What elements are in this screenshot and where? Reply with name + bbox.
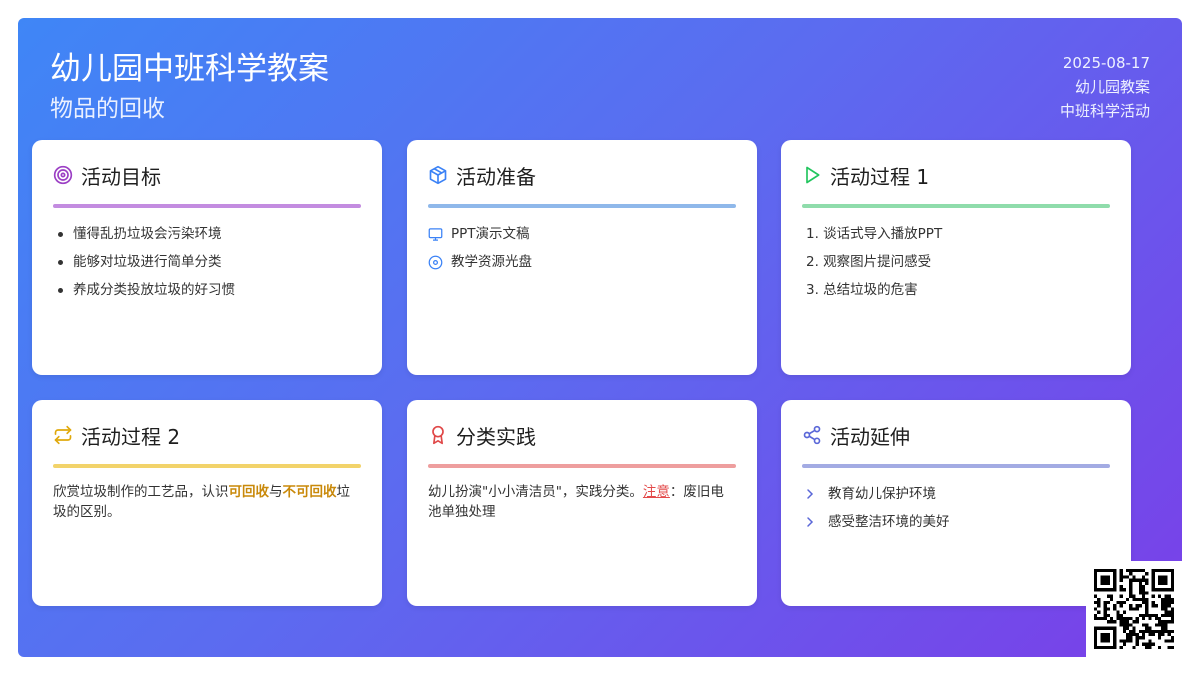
page-subtitle: 物品的回收 — [50, 96, 165, 122]
accent-bar — [53, 204, 361, 208]
card-title: 活动目标 — [81, 164, 161, 189]
list-item: 3. 总结垃圾的危害 — [806, 282, 918, 298]
highlight-recyclable: 可回收 — [228, 484, 270, 500]
prep-list: PPT演示文稿 教学资源光盘 — [428, 220, 736, 276]
card-activity-prep: 活动准备 PPT演示文稿 教学资源光盘 — [407, 140, 757, 375]
date-label: 2025-08-17 — [1062, 54, 1150, 72]
list-item: 懂得乱扔垃圾会污染环境 — [53, 220, 361, 248]
accent-bar — [802, 464, 1110, 468]
monitor-icon — [428, 227, 443, 241]
list-item: PPT演示文稿 — [428, 220, 736, 248]
card-header: 活动准备 — [428, 162, 536, 189]
card-title: 活动准备 — [456, 164, 536, 189]
award-icon — [432, 425, 444, 445]
list-item: 教育幼儿保护环境 — [802, 480, 1110, 508]
note-link[interactable]: 注意 — [643, 484, 670, 500]
accent-bar — [53, 464, 361, 468]
card-title: 活动过程 1 — [830, 164, 930, 189]
practice-text: 幼儿扮演"小小清洁员"，实践分类。注意：废旧电池单独处理 — [428, 480, 736, 522]
process-steps-list: 1. 谈话式导入播放PPT 2. 观察图片提问感受 3. 总结垃圾的危害 — [802, 220, 1110, 304]
list-item: 1. 谈话式导入播放PPT — [806, 226, 943, 242]
card-title: 活动过程 2 — [81, 424, 181, 449]
card-activity-process-1: 活动过程 1 1. 谈话式导入播放PPT 2. 观察图片提问感受 3. 总结垃圾… — [781, 140, 1131, 375]
accent-bar — [428, 204, 736, 208]
card-header: 活动过程 2 — [53, 422, 181, 449]
card-activity-extension: 活动延伸 教育幼儿保护环境 感受整洁环境的美好 — [781, 400, 1131, 606]
process-2-text: 欣赏垃圾制作的工艺品，认识可回收与不可回收垃圾的区别。 — [53, 480, 361, 522]
list-item: 2. 观察图片提问感受 — [806, 254, 932, 270]
chevron-right-icon — [807, 517, 814, 527]
card-title: 活动延伸 — [830, 424, 910, 449]
list-item: 能够对垃圾进行简单分类 — [53, 248, 361, 276]
text-segment: 幼儿扮演"小小清洁员"，实践分类。 — [428, 484, 643, 500]
extension-list: 教育幼儿保护环境 感受整洁环境的美好 — [802, 480, 1110, 536]
accent-bar — [428, 464, 736, 468]
card-header: 活动目标 — [53, 162, 161, 189]
card-header: 活动过程 1 — [802, 162, 930, 189]
card-activity-goals: 活动目标 懂得乱扔垃圾会污染环境 能够对垃圾进行简单分类 养成分类投放垃圾的好习… — [32, 140, 382, 375]
disc-icon — [428, 255, 443, 269]
page-title: 幼儿园中班科学教案 — [50, 51, 329, 87]
list-item: 教学资源光盘 — [428, 248, 736, 276]
target-icon — [53, 165, 73, 185]
goals-list: 懂得乱扔垃圾会污染环境 能够对垃圾进行简单分类 养成分类投放垃圾的好习惯 — [53, 220, 361, 304]
text-segment: 与 — [269, 484, 283, 500]
chevron-right-icon — [807, 489, 814, 499]
qr-code[interactable] — [1086, 561, 1182, 657]
highlight-non-recyclable: 不可回收 — [282, 484, 337, 500]
activity-type-label: 中班科学活动 — [1059, 102, 1150, 120]
play-icon — [806, 166, 820, 184]
card-sorting-practice: 分类实践 幼儿扮演"小小清洁员"，实践分类。注意：废旧电池单独处理 — [407, 400, 757, 606]
card-activity-process-2: 活动过程 2 欣赏垃圾制作的工艺品，认识可回收与不可回收垃圾的区别。 — [32, 400, 382, 606]
card-header: 分类实践 — [428, 422, 536, 449]
card-title: 分类实践 — [456, 424, 536, 449]
repeat-icon — [54, 425, 72, 445]
accent-bar — [802, 204, 1110, 208]
category-label: 幼儿园教案 — [1074, 78, 1150, 96]
text-segment: 欣赏垃圾制作的工艺品，认识 — [53, 484, 229, 500]
share-icon — [803, 425, 821, 445]
prep-item-label: 教学资源光盘 — [451, 254, 532, 270]
extension-item-label: 感受整洁环境的美好 — [828, 514, 950, 530]
list-item: 养成分类投放垃圾的好习惯 — [53, 276, 361, 304]
card-header: 活动延伸 — [802, 422, 910, 449]
meta-info: 2025-08-17 幼儿园教案 中班科学活动 — [1060, 51, 1150, 123]
extension-item-label: 教育幼儿保护环境 — [828, 486, 936, 502]
prep-item-label: PPT演示文稿 — [451, 226, 530, 242]
cube-icon — [429, 165, 447, 185]
qr-code-image — [1094, 569, 1174, 649]
list-item: 感受整洁环境的美好 — [802, 508, 1110, 536]
